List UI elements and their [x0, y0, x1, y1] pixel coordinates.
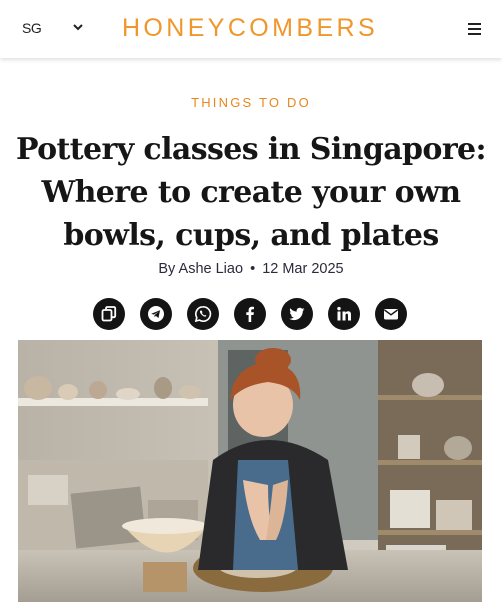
region-selector[interactable]: SG [22, 20, 42, 36]
hero-image [18, 340, 482, 602]
byline-separator: • [250, 261, 256, 277]
share-bar [93, 298, 407, 330]
linkedin-icon [337, 306, 351, 321]
copy-link-button[interactable] [93, 298, 125, 330]
linkedin-share-button[interactable] [328, 298, 360, 330]
email-icon [384, 309, 398, 320]
whatsapp-icon [194, 305, 212, 323]
publish-date: 12 Mar 2025 [262, 261, 344, 277]
author-name[interactable]: By Ashe Liao [158, 261, 243, 277]
whatsapp-share-button[interactable] [187, 298, 219, 330]
twitter-icon [289, 307, 305, 321]
telegram-share-button[interactable] [140, 298, 172, 330]
email-share-button[interactable] [375, 298, 407, 330]
site-header: SG HONEYCOMBERS [0, 0, 502, 58]
article-category[interactable]: THINGS TO DO [0, 95, 502, 110]
copy-icon [101, 306, 117, 322]
hamburger-menu-icon[interactable] [468, 23, 481, 35]
chevron-down-icon[interactable] [72, 22, 84, 32]
pottery-studio-illustration [18, 340, 482, 602]
article-title: Pottery classes in Singapore: Where to c… [15, 132, 487, 253]
telegram-icon [148, 306, 164, 322]
twitter-share-button[interactable] [281, 298, 313, 330]
article-byline: By Ashe Liao • 12 Mar 2025 [0, 261, 502, 277]
site-logo[interactable]: HONEYCOMBERS [114, 14, 386, 43]
facebook-icon [246, 306, 254, 322]
facebook-share-button[interactable] [234, 298, 266, 330]
